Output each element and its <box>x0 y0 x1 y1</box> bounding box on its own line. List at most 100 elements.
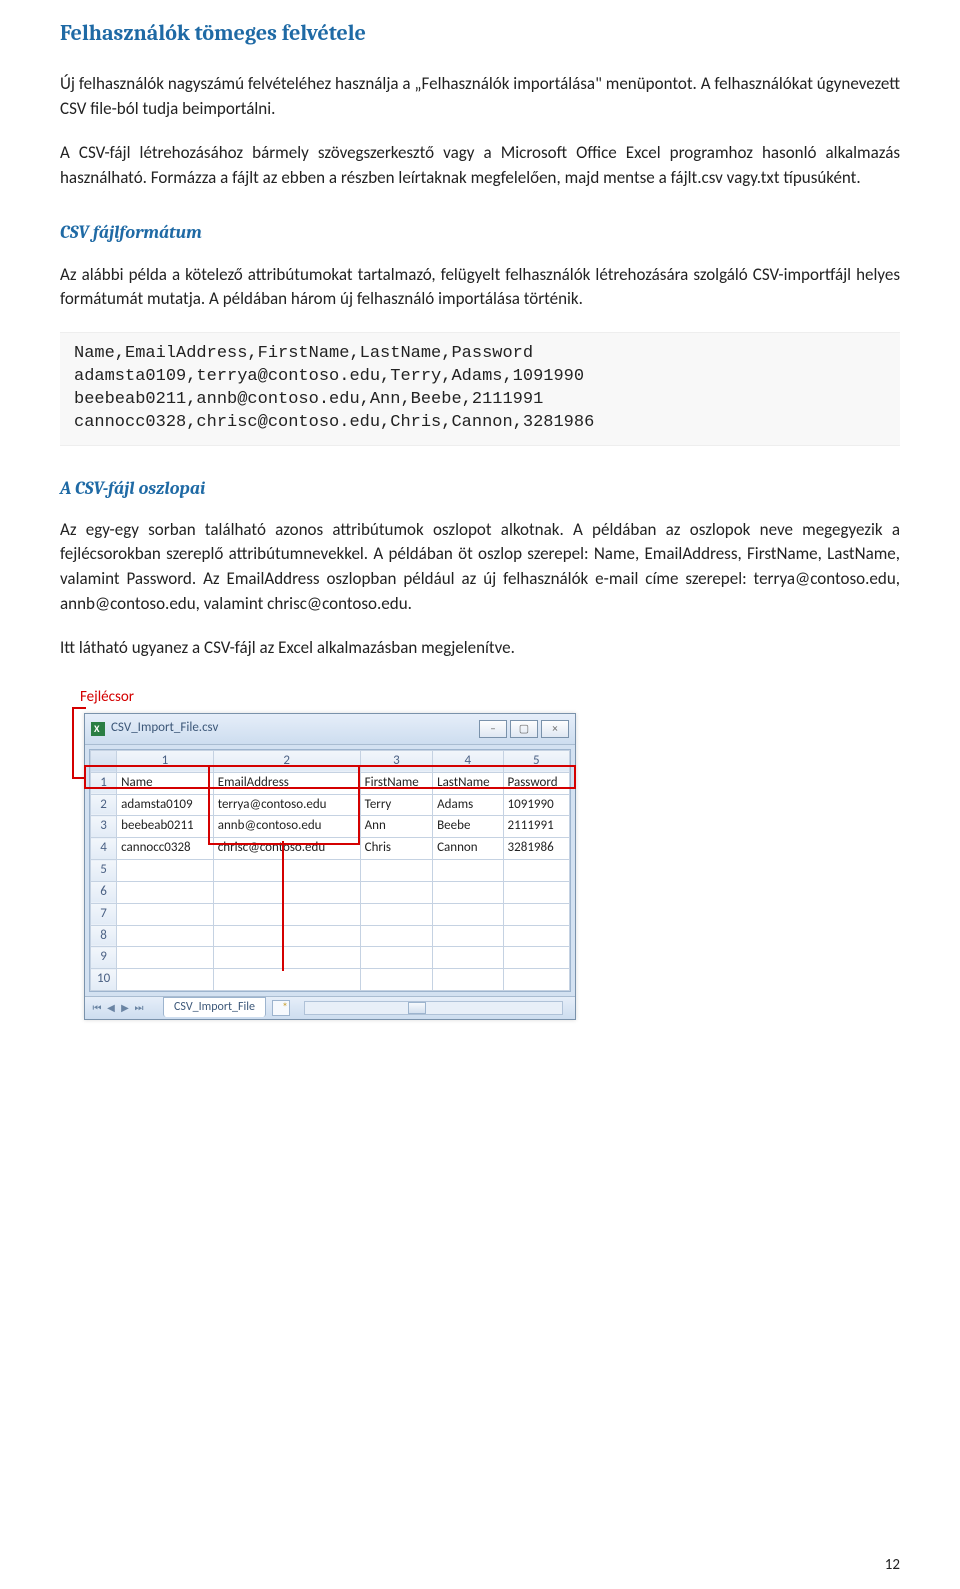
cell[interactable] <box>433 860 503 882</box>
cell[interactable] <box>213 903 360 925</box>
table-row: 4cannocc0328chrisc@contoso.eduChrisCanno… <box>91 838 570 860</box>
col-header[interactable]: 5 <box>503 750 569 772</box>
table-row: 7 <box>91 903 570 925</box>
cell[interactable] <box>360 925 432 947</box>
excel-window: CSV_Import_File.csv – ▢ × 1 2 3 4 5 1Nam… <box>84 713 576 1020</box>
cell[interactable]: beebeab0211 <box>117 816 214 838</box>
nav-next-icon[interactable]: ▶ <box>119 1002 131 1014</box>
nav-first-icon[interactable]: ⏮ <box>91 1002 103 1014</box>
excel-sheet: 1 2 3 4 5 1NameEmailAddressFirstNameLast… <box>90 750 570 991</box>
cell[interactable] <box>213 881 360 903</box>
cell[interactable] <box>117 881 214 903</box>
row-header[interactable]: 2 <box>91 794 117 816</box>
close-icon[interactable]: × <box>541 720 569 738</box>
row-header[interactable]: 10 <box>91 969 117 991</box>
cell[interactable] <box>117 860 214 882</box>
col-header[interactable]: 2 <box>213 750 360 772</box>
paragraph-columns: Az egy-egy sorban található azonos attri… <box>60 518 900 617</box>
excel-titlebar: CSV_Import_File.csv – ▢ × <box>85 714 575 745</box>
row-header[interactable]: 6 <box>91 881 117 903</box>
col-header[interactable]: 3 <box>360 750 432 772</box>
column-header-row: 1 2 3 4 5 <box>91 750 570 772</box>
excel-title: CSV_Import_File.csv <box>111 719 476 738</box>
cell[interactable]: EmailAddress <box>213 772 360 794</box>
cell[interactable]: 2111991 <box>503 816 569 838</box>
excel-statusbar: ⏮ ◀ ▶ ⏭ CSV_Import_File <box>85 996 575 1019</box>
row-header[interactable]: 5 <box>91 860 117 882</box>
new-sheet-icon[interactable] <box>272 1000 290 1016</box>
row-header[interactable]: 8 <box>91 925 117 947</box>
cell[interactable] <box>117 947 214 969</box>
cell[interactable]: annb@contoso.edu <box>213 816 360 838</box>
minimize-icon[interactable]: – <box>479 720 507 738</box>
cell[interactable]: adamsta0109 <box>117 794 214 816</box>
cell[interactable]: 1091990 <box>503 794 569 816</box>
paragraph-create: A CSV-fájl létrehozásához bármely szöveg… <box>60 141 900 190</box>
horizontal-scrollbar[interactable] <box>304 1001 563 1015</box>
cell[interactable] <box>213 947 360 969</box>
cell[interactable] <box>213 860 360 882</box>
cell[interactable]: FirstName <box>360 772 432 794</box>
cell[interactable]: Ann <box>360 816 432 838</box>
cell[interactable] <box>503 925 569 947</box>
cell[interactable] <box>117 969 214 991</box>
cell[interactable] <box>433 903 503 925</box>
table-row: 5 <box>91 860 570 882</box>
cell[interactable] <box>360 881 432 903</box>
cell[interactable]: Cannon <box>433 838 503 860</box>
cell[interactable]: Beebe <box>433 816 503 838</box>
callout-line <box>282 841 284 971</box>
heading-csv-format: CSV fájlformátum <box>60 220 900 246</box>
cell[interactable] <box>503 903 569 925</box>
col-header[interactable]: 4 <box>433 750 503 772</box>
cell[interactable]: Terry <box>360 794 432 816</box>
cell[interactable]: terrya@contoso.edu <box>213 794 360 816</box>
cell[interactable] <box>433 881 503 903</box>
table-row: 2adamsta0109terrya@contoso.eduTerryAdams… <box>91 794 570 816</box>
cell[interactable] <box>503 860 569 882</box>
row-header[interactable]: 1 <box>91 772 117 794</box>
cell[interactable]: Adams <box>433 794 503 816</box>
cell[interactable] <box>117 925 214 947</box>
cell[interactable]: Password <box>503 772 569 794</box>
nav-prev-icon[interactable]: ◀ <box>105 1002 117 1014</box>
row-header[interactable]: 4 <box>91 838 117 860</box>
cell[interactable] <box>503 969 569 991</box>
scrollbar-thumb[interactable] <box>408 1002 426 1014</box>
row-header[interactable]: 9 <box>91 947 117 969</box>
nav-last-icon[interactable]: ⏭ <box>133 1002 145 1014</box>
cell[interactable] <box>433 969 503 991</box>
cell[interactable] <box>360 947 432 969</box>
table-row: 3beebeab0211annb@contoso.eduAnnBeebe2111… <box>91 816 570 838</box>
cell[interactable] <box>433 925 503 947</box>
cell[interactable] <box>117 903 214 925</box>
row-header[interactable]: 3 <box>91 816 117 838</box>
cell[interactable]: 3281986 <box>503 838 569 860</box>
cell[interactable]: LastName <box>433 772 503 794</box>
cell[interactable]: cannocc0328 <box>117 838 214 860</box>
sheet-nav[interactable]: ⏮ ◀ ▶ ⏭ <box>91 1002 145 1014</box>
cell[interactable] <box>503 881 569 903</box>
heading-csv-columns: A CSV-fájl oszlopai <box>60 476 900 502</box>
cell[interactable] <box>360 860 432 882</box>
cell[interactable] <box>213 969 360 991</box>
cell[interactable]: Name <box>117 772 214 794</box>
excel-icon <box>91 722 105 736</box>
col-header[interactable]: 1 <box>117 750 214 772</box>
cell[interactable] <box>360 903 432 925</box>
cell[interactable] <box>433 947 503 969</box>
select-all-corner[interactable] <box>91 750 117 772</box>
maximize-icon[interactable]: ▢ <box>510 720 538 738</box>
cell[interactable] <box>213 925 360 947</box>
page-number: 12 <box>885 1555 900 1577</box>
cell[interactable] <box>360 969 432 991</box>
row-header[interactable]: 7 <box>91 903 117 925</box>
cell[interactable]: Chris <box>360 838 432 860</box>
paragraph-example: Az alábbi példa a kötelező attribútumoka… <box>60 263 900 312</box>
sheet-tab[interactable]: CSV_Import_File <box>163 997 266 1017</box>
callout-line <box>72 707 86 709</box>
cell[interactable]: chrisc@contoso.edu <box>213 838 360 860</box>
table-row: 8 <box>91 925 570 947</box>
excel-illustration: Fejlécsor Oszlop CSV_Import_File.csv – ▢… <box>60 689 580 1029</box>
cell[interactable] <box>503 947 569 969</box>
